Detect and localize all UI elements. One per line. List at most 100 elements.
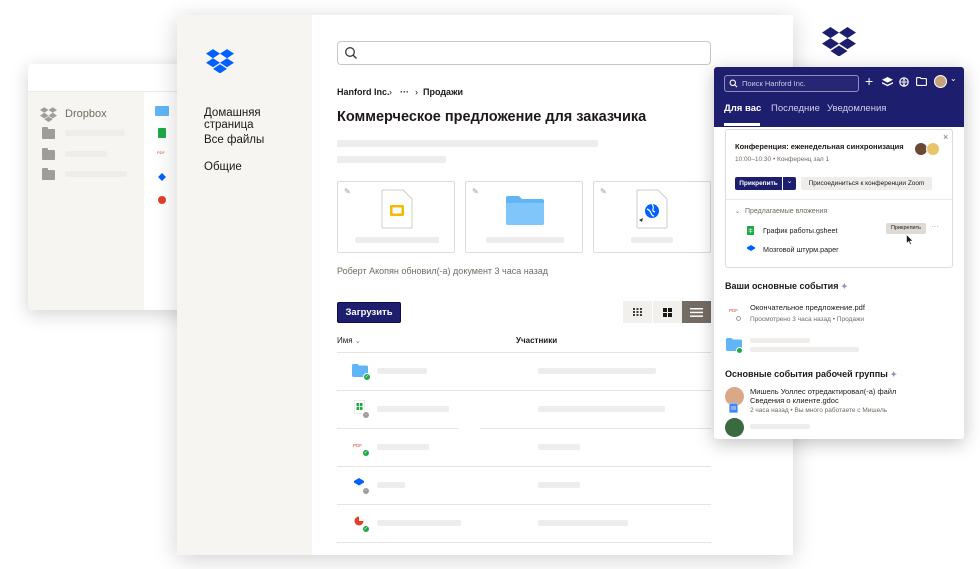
placeholder-line xyxy=(538,406,665,412)
pin-dropdown-button[interactable]: ⌄ xyxy=(783,177,796,190)
paper-icon xyxy=(158,173,166,181)
placeholder-line xyxy=(337,140,598,147)
slides-icon xyxy=(158,196,166,204)
breadcrumb-current[interactable]: Продажи xyxy=(423,87,463,97)
synced-check-icon xyxy=(736,347,743,354)
more-options-icon[interactable]: ··· xyxy=(931,222,939,231)
team-event-item[interactable] xyxy=(725,417,955,439)
highlights-title: Ваши основные события ✦ xyxy=(725,281,848,291)
search-icon xyxy=(729,79,738,88)
placeholder-line xyxy=(377,368,427,374)
activity-text: Роберт Акопян обновил(-а) документ 3 час… xyxy=(337,266,549,276)
sheet-icon xyxy=(158,128,166,138)
team-event-text: Мишель Уоллес отредактировал(-а) файл xyxy=(750,387,897,396)
pin-icon: ✎ xyxy=(472,187,479,196)
upload-button[interactable]: Загрузить xyxy=(337,302,401,323)
tab-notifications[interactable]: Уведомления xyxy=(827,103,886,114)
column-header-name[interactable]: Имя ⌄ xyxy=(337,336,361,345)
placeholder-line xyxy=(65,171,127,177)
dropbox-logo-icon xyxy=(822,27,856,56)
mouse-cursor-icon xyxy=(906,234,914,245)
search-input[interactable] xyxy=(337,41,711,65)
nav-all-files[interactable]: Все файлы xyxy=(204,134,264,146)
pdf-icon: PDF xyxy=(353,443,362,448)
main-dropbox-window: Домашняя страница Все файлы Общие Hanfor… xyxy=(177,15,793,555)
pin-button[interactable]: Прикрепить xyxy=(735,177,782,190)
breadcrumb-separator: › xyxy=(389,87,392,97)
column-header-name-label: Имя xyxy=(337,336,353,345)
pdf-icon: PDF xyxy=(157,150,165,155)
nav-shared[interactable]: Общие xyxy=(204,161,242,173)
attachment-name[interactable]: Мозговой штурм.paper xyxy=(763,245,838,254)
layers-icon[interactable] xyxy=(882,77,893,87)
app-name: Dropbox xyxy=(65,108,107,120)
table-row[interactable]: ✓ xyxy=(337,505,711,542)
highlights-title-text: Ваши основные события xyxy=(725,281,839,291)
folder-icon[interactable] xyxy=(916,77,927,86)
placeholder-line xyxy=(750,338,810,343)
chevron-down-icon[interactable]: ⌄ xyxy=(950,74,957,83)
meeting-card: × Конференция: еженедельная синхронизаци… xyxy=(725,129,953,268)
placeholder-line xyxy=(377,520,461,526)
table-row[interactable]: ◦ xyxy=(337,391,711,428)
cloud-sync-icon: ◦ xyxy=(362,487,370,495)
team-event-meta: 2 часа назад • Вы много работаете с Мише… xyxy=(750,407,888,414)
dropbox-logo-icon[interactable] xyxy=(206,49,234,73)
pinned-card-folder[interactable]: ✎ xyxy=(465,181,583,253)
highlight-item[interactable]: PDF Окончательное предложение.pdf Просмо… xyxy=(725,303,955,327)
view-list-button[interactable] xyxy=(682,301,711,323)
pinned-card-slides[interactable]: ✎ xyxy=(337,181,455,253)
placeholder-line xyxy=(538,520,628,526)
placeholder-line xyxy=(538,482,580,488)
placeholder-line xyxy=(538,444,580,450)
highlight-item[interactable] xyxy=(725,335,955,357)
close-icon[interactable]: × xyxy=(943,132,948,142)
view-large-grid-button[interactable] xyxy=(653,301,682,323)
web-link-file-icon xyxy=(636,189,668,229)
add-icon[interactable]: + xyxy=(865,73,873,89)
large-grid-icon xyxy=(663,308,672,317)
placeholder-line xyxy=(377,406,449,412)
breadcrumb-ellipsis[interactable]: ··· xyxy=(400,87,409,97)
join-zoom-button[interactable]: Присоединиться к конференции Zoom xyxy=(801,177,932,190)
team-event-item[interactable]: Мишель Уоллес отредактировал(-а) файл Св… xyxy=(725,385,955,415)
tab-for-you[interactable]: Для вас xyxy=(724,103,761,114)
folder-icon xyxy=(42,148,55,160)
team-highlights-title: Основные события рабочей группы ✦ xyxy=(725,369,897,379)
user-avatar xyxy=(725,418,744,437)
chevron-down-icon[interactable]: ⌄ xyxy=(735,208,740,215)
popup-search-input[interactable]: Поиск Hanford Inc. xyxy=(724,75,859,92)
nav-home[interactable]: Домашняя страница xyxy=(204,107,312,131)
small-grid-icon xyxy=(633,308,642,316)
presentation-icon xyxy=(354,516,364,526)
placeholder-line xyxy=(750,347,859,352)
placeholder-line xyxy=(355,237,439,243)
placeholder-line xyxy=(486,237,564,243)
highlight-file-name: Окончательное предложение.pdf xyxy=(750,303,865,312)
meeting-time: 10:00–10:30 • Конференц зал 1 xyxy=(735,156,830,163)
pinned-card-web-link[interactable]: ✎ xyxy=(593,181,711,253)
attach-button[interactable]: Прикрепить xyxy=(886,223,926,234)
table-row[interactable]: PDF ✓ xyxy=(337,429,711,466)
table-row[interactable]: ◦ xyxy=(337,467,711,504)
view-small-grid-button[interactable] xyxy=(623,301,652,323)
page-title: Коммерческое предложение для заказчика xyxy=(337,109,647,125)
placeholder-line xyxy=(377,482,405,488)
table-row[interactable]: ✓ xyxy=(337,353,711,390)
synced-check-icon: ✓ xyxy=(362,449,370,457)
highlight-meta: Просмотрено 3 часа назад • Продажи xyxy=(750,316,864,323)
pin-icon: ✎ xyxy=(344,187,351,196)
placeholder-line xyxy=(65,130,125,136)
tab-recent[interactable]: Последние xyxy=(771,103,820,114)
cloud-sync-icon: ◦ xyxy=(362,411,370,419)
globe-icon[interactable] xyxy=(899,77,909,87)
breadcrumb-root[interactable]: Hanford Inc. xyxy=(337,87,390,97)
team-highlights-title-text: Основные события рабочей группы xyxy=(725,369,888,379)
attachment-name[interactable]: График работы.gsheet xyxy=(763,226,838,235)
placeholder-line xyxy=(750,424,810,429)
meeting-title: Конференция: еженедельная синхронизация xyxy=(735,142,904,151)
google-slides-file-icon xyxy=(381,189,413,229)
placeholder-line xyxy=(631,237,673,243)
synced-check-icon: ✓ xyxy=(362,525,370,533)
user-avatar[interactable] xyxy=(934,75,947,88)
